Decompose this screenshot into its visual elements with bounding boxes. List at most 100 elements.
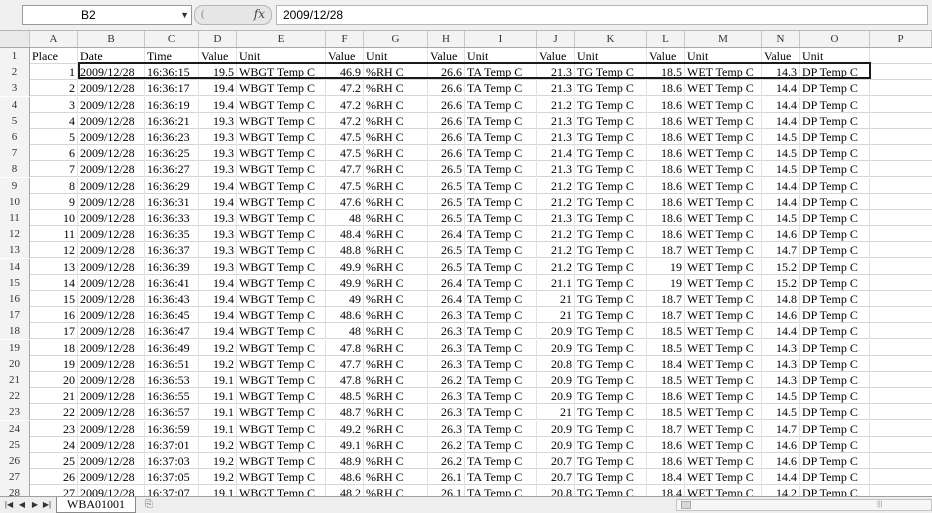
cell-d[interactable]: 19.4 (199, 307, 237, 324)
cell-l[interactable]: 18.6 (647, 210, 685, 226)
cell-f[interactable]: 48.6 (326, 469, 364, 486)
cell-f[interactable]: 48.4 (326, 226, 364, 243)
cell-b[interactable]: 2009/12/28 (78, 291, 145, 307)
cell-l[interactable]: 18.6 (647, 161, 685, 178)
cell-j[interactable]: 20.9 (537, 339, 575, 356)
cell-b[interactable]: 2009/12/28 (78, 453, 145, 469)
cell-j[interactable]: 21.3 (537, 129, 575, 145)
cell-i[interactable]: TA Temp C (465, 193, 537, 210)
cell-n[interactable]: 14.7 (762, 420, 800, 437)
cell-h[interactable]: 26.6 (428, 112, 465, 129)
cell-k[interactable]: TG Temp C (575, 420, 647, 437)
cell-m[interactable]: WET Temp C (685, 307, 762, 324)
cell-o[interactable]: DP Temp C (800, 274, 870, 291)
cell-o[interactable]: DP Temp C (800, 291, 870, 307)
cell-m[interactable]: WET Temp C (685, 339, 762, 356)
cell-n[interactable]: 15.2 (762, 274, 800, 291)
cell-j[interactable]: 21 (537, 307, 575, 324)
cell-a[interactable]: 1 (30, 64, 78, 81)
cell-c[interactable]: 16:36:37 (145, 242, 199, 259)
cell-c[interactable]: 16:36:35 (145, 226, 199, 243)
cell-h[interactable]: 26.3 (428, 404, 465, 421)
cell-e[interactable]: WBGT Temp C (237, 226, 326, 243)
cell-g[interactable]: %RH C (364, 193, 428, 210)
cell-e[interactable]: WBGT Temp C (237, 161, 326, 178)
cell-d[interactable]: 19.2 (199, 469, 237, 486)
cell-b[interactable]: 2009/12/28 (78, 274, 145, 291)
cell-c[interactable]: Time (145, 48, 199, 64)
cell-o[interactable]: DP Temp C (800, 388, 870, 405)
cell-i[interactable]: TA Temp C (465, 258, 537, 275)
last-sheet-icon[interactable]: ▶| (42, 498, 52, 512)
cell-n[interactable]: 14.5 (762, 404, 800, 421)
row-header[interactable]: 1 (0, 48, 30, 64)
column-header-l[interactable]: L (647, 31, 685, 47)
cell-f[interactable]: 47.7 (326, 355, 364, 372)
cell-l[interactable]: 18.6 (647, 80, 685, 97)
cell-b[interactable]: 2009/12/28 (78, 145, 145, 162)
cell-d[interactable]: 19.1 (199, 420, 237, 437)
cell-o[interactable]: DP Temp C (800, 339, 870, 356)
cell-h[interactable]: 26.5 (428, 210, 465, 226)
cell-j[interactable]: 21 (537, 404, 575, 421)
cell-l[interactable]: 18.6 (647, 112, 685, 129)
row-header[interactable]: 15 (0, 274, 30, 291)
cell-l[interactable]: 18.7 (647, 420, 685, 437)
cell-h[interactable]: 26.2 (428, 453, 465, 469)
cell-b[interactable]: 2009/12/28 (78, 80, 145, 97)
cell-j[interactable]: 20.9 (537, 372, 575, 388)
cell-m[interactable]: Unit (685, 48, 762, 64)
cell-e[interactable]: WBGT Temp C (237, 420, 326, 437)
cell-d[interactable]: 19.4 (199, 80, 237, 97)
column-header-e[interactable]: E (237, 31, 326, 47)
cell-m[interactable]: WET Temp C (685, 193, 762, 210)
cell-d[interactable]: 19.3 (199, 226, 237, 243)
cell-h[interactable]: Value (428, 48, 465, 64)
cell-m[interactable]: WET Temp C (685, 129, 762, 145)
cell-f[interactable]: 49.2 (326, 420, 364, 437)
cell-m[interactable]: WET Temp C (685, 80, 762, 97)
cell-a[interactable]: 15 (30, 291, 78, 307)
cell-b[interactable]: Date (78, 48, 145, 64)
cell-i[interactable]: TA Temp C (465, 307, 537, 324)
cell-a[interactable]: 5 (30, 129, 78, 145)
cell-e[interactable]: WBGT Temp C (237, 388, 326, 405)
cell-g[interactable]: %RH C (364, 274, 428, 291)
cell-o[interactable]: DP Temp C (800, 420, 870, 437)
cell-a[interactable]: 19 (30, 355, 78, 372)
cell-i[interactable]: Unit (465, 48, 537, 64)
cell-n[interactable]: Value (762, 48, 800, 64)
cell-k[interactable]: TG Temp C (575, 112, 647, 129)
cell-g[interactable]: %RH C (364, 339, 428, 356)
row-header[interactable]: 7 (0, 145, 30, 162)
cell-g[interactable]: %RH C (364, 242, 428, 259)
cell-j[interactable]: 21.2 (537, 226, 575, 243)
cell-f[interactable]: 49.9 (326, 274, 364, 291)
cell-h[interactable]: 26.2 (428, 436, 465, 453)
cell-g[interactable]: %RH C (364, 112, 428, 129)
cell-o[interactable]: DP Temp C (800, 112, 870, 129)
row-header[interactable]: 20 (0, 355, 30, 372)
row-header[interactable]: 11 (0, 210, 30, 226)
cell-g[interactable]: %RH C (364, 129, 428, 145)
cell-d[interactable]: 19.2 (199, 436, 237, 453)
cell-e[interactable]: WBGT Temp C (237, 339, 326, 356)
cell-f[interactable]: 48.5 (326, 388, 364, 405)
cell-l[interactable]: 18.4 (647, 355, 685, 372)
cell-m[interactable]: WET Temp C (685, 404, 762, 421)
cell-a[interactable]: 6 (30, 145, 78, 162)
cell-b[interactable]: 2009/12/28 (78, 210, 145, 226)
cell-c[interactable]: 16:36:55 (145, 388, 199, 405)
cell-c[interactable]: 16:36:57 (145, 404, 199, 421)
cell-n[interactable]: 14.6 (762, 226, 800, 243)
cell-c[interactable]: 16:36:45 (145, 307, 199, 324)
cell-a[interactable]: 13 (30, 258, 78, 275)
cell-n[interactable]: 14.8 (762, 291, 800, 307)
cell-j[interactable]: 20.7 (537, 469, 575, 486)
cell-j[interactable]: 21 (537, 291, 575, 307)
cell-a[interactable]: 12 (30, 242, 78, 259)
cell-l[interactable]: 18.7 (647, 307, 685, 324)
cell-d[interactable]: 19.2 (199, 355, 237, 372)
cell-j[interactable]: 21.3 (537, 80, 575, 97)
cell-k[interactable]: TG Temp C (575, 339, 647, 356)
